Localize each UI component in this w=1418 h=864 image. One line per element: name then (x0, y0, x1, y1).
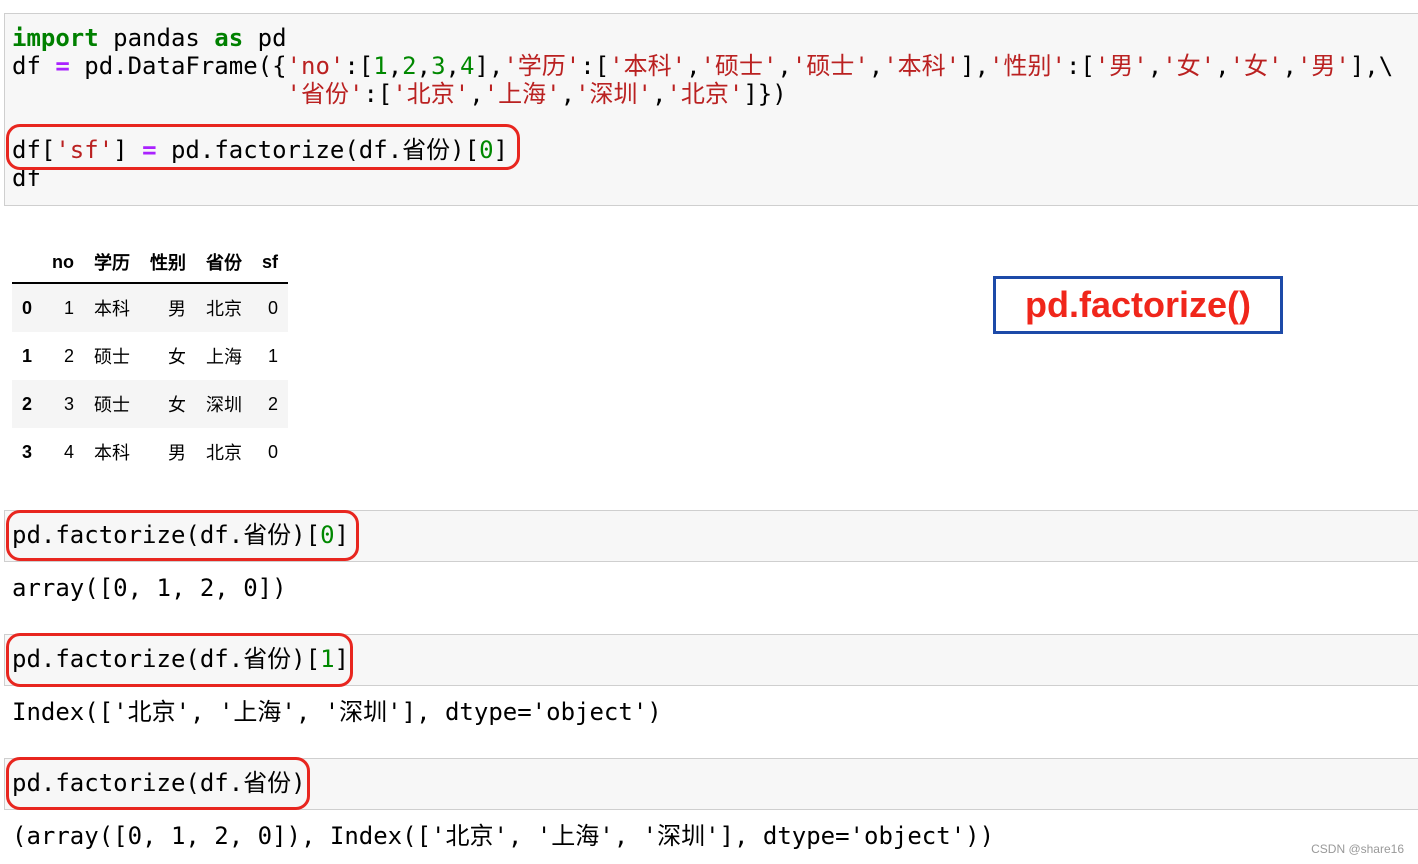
code-line: import pandas as pd (12, 24, 1393, 52)
highlight-ellipse (6, 633, 353, 687)
table-cell: 男 (168, 443, 187, 463)
table-cell: 0 (268, 297, 279, 318)
code-token: , (686, 52, 701, 80)
dataframe-output: no 学历 性别 省份 sf 0 1 本科男北京 0 1 2 硕士女上海 1 2 3 硕士女深圳 2 3… (12, 242, 289, 476)
code-cell-1[interactable]: import pandas as pd df = pd.DataFrame({'n… (4, 13, 1418, 206)
row-index: 3 (22, 441, 33, 462)
code-token: pd.DataFrame({ (69, 52, 287, 80)
code-token: '女' (1229, 52, 1283, 80)
code-token: :[ (363, 80, 393, 108)
code-token: ],\ (1349, 52, 1394, 80)
table-cell: 北京 (206, 443, 243, 463)
table-cell: 本科 (94, 443, 131, 463)
code-token: '硕士' (791, 52, 869, 80)
code-token: 4 (459, 52, 475, 80)
code-token: '深圳' (575, 80, 652, 108)
table-cell: 0 (268, 441, 279, 462)
table-cell: 男 (168, 299, 187, 319)
annotation-label: pd.factorize() (993, 276, 1283, 334)
code-token: '男' (1094, 52, 1148, 80)
code-token: , (416, 52, 432, 80)
table-cell: 上海 (206, 347, 243, 367)
code-token: '本科' (609, 52, 687, 80)
highlight-ellipse (6, 757, 310, 810)
column-header: 性别 (140, 242, 197, 284)
code-token: pd (243, 24, 287, 52)
code-token: , (560, 80, 576, 108)
code-token: , (469, 80, 484, 108)
code-token: 2 (402, 52, 417, 80)
highlight-ellipse (6, 124, 520, 170)
cell-output: Index(['北京', '上海', '深圳'], dtype='object'… (12, 698, 662, 726)
row-index: 0 (22, 297, 33, 318)
table-cell: 北京 (206, 299, 243, 319)
table-row: 1 2 硕士 女上海 1 (12, 332, 288, 380)
code-token: , (1282, 52, 1297, 80)
code-token: 3 (431, 52, 446, 80)
code-token: '上海' (483, 80, 561, 108)
column-header (12, 242, 43, 284)
code-token: :[ (580, 52, 610, 80)
code-token: as (214, 24, 244, 52)
code-token: ]}) (743, 80, 787, 108)
code-token: ], (960, 52, 990, 80)
table-cell: 本科 (94, 299, 131, 319)
watermark: CSDN @share16 (1311, 842, 1404, 856)
code-token: '北京' (392, 80, 470, 108)
code-token: '北京' (666, 80, 744, 108)
code-token: , (1215, 52, 1230, 80)
code-token: , (445, 52, 460, 80)
table-cell: 4 (64, 441, 75, 462)
code-token: df (12, 52, 56, 80)
code-token: , (777, 52, 792, 80)
cell-output: array([0, 1, 2, 0]) (12, 574, 287, 602)
code-token: '性别' (989, 52, 1066, 80)
table-cell: 2 (64, 345, 75, 366)
code-token: '硕士' (700, 52, 778, 80)
table-cell: 1 (268, 345, 279, 366)
code-token: , (387, 52, 403, 80)
code-token: :[ (1065, 52, 1095, 80)
table-cell: 硕士 (94, 347, 131, 367)
table-row: 2 3 硕士 女深圳 2 (12, 380, 289, 428)
code-token: '女' (1162, 52, 1216, 80)
table-cell: 1 (64, 297, 75, 318)
table-cell: 女 (168, 347, 187, 367)
code-token: import (12, 24, 99, 52)
table-row: 0 1 本科 男北京 0 (12, 283, 289, 332)
column-header: sf (252, 242, 289, 284)
code-token: , (1147, 52, 1163, 80)
table-cell: 2 (268, 393, 279, 414)
column-header: 学历 (84, 242, 141, 284)
cell-output: (array([0, 1, 2, 0]), Index(['北京', '上海',… (12, 822, 995, 850)
code-line: '省份':['北京','上海','深圳','北京']}) (12, 80, 1393, 108)
code-token: , (651, 80, 667, 108)
code-token: :[ (344, 52, 374, 80)
code-token: '本科' (883, 52, 961, 80)
column-header: no (42, 242, 85, 284)
code-token: 'no' (286, 52, 345, 80)
code-token: pandas (98, 24, 215, 52)
code-token: '男' (1296, 52, 1350, 80)
row-index: 2 (22, 393, 33, 414)
code-token: '省份' (286, 80, 364, 108)
code-token: '学历' (503, 52, 581, 80)
code-token: , (868, 52, 884, 80)
table-cell: 3 (64, 393, 75, 414)
table-cell: 深圳 (206, 395, 243, 415)
code-token: = (55, 52, 70, 80)
table-cell: 硕士 (94, 395, 131, 415)
highlight-ellipse (6, 510, 359, 561)
code-line: df = pd.DataFrame({'no':[1,2,3,4],'学历':[… (12, 52, 1393, 80)
table-cell: 女 (168, 395, 187, 415)
code-token: ], (474, 52, 504, 80)
code-token: 1 (373, 52, 388, 80)
table-row: 3 4 本科 男北京 0 (12, 428, 288, 476)
column-header: 省份 (196, 242, 253, 284)
row-index: 1 (22, 345, 33, 366)
